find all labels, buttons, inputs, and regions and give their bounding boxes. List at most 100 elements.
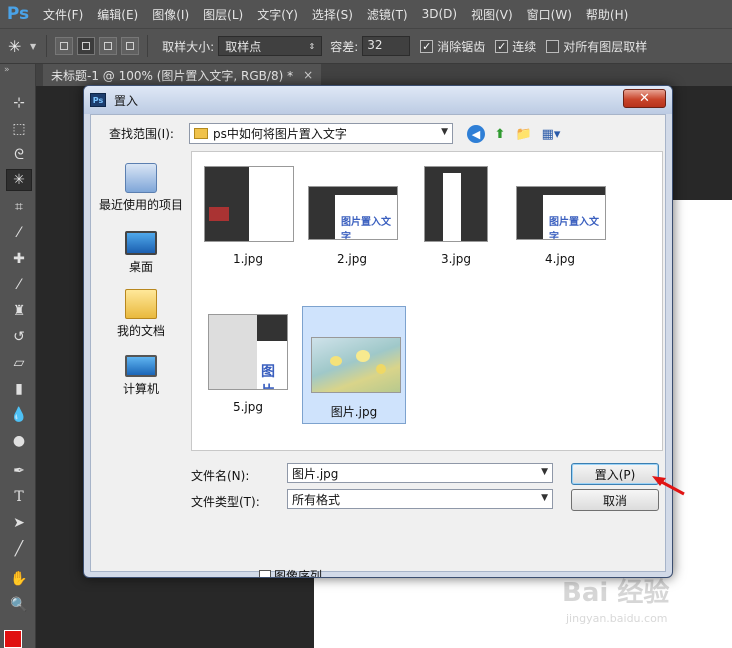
preset-dropdown-arrow-icon[interactable]: ▼ (30, 42, 36, 51)
cancel-button[interactable]: 取消 (571, 489, 659, 511)
crop-tool-icon[interactable]: ⌗ (6, 196, 32, 218)
menu-select[interactable]: 选择(S) (305, 6, 360, 23)
intersect-selection-button[interactable] (121, 37, 140, 55)
menu-help[interactable]: 帮助(H) (579, 6, 635, 23)
type-tool-icon[interactable]: T (6, 486, 32, 508)
file-item[interactable]: 图片置入文字 2.jpg (300, 156, 404, 274)
menu-type[interactable]: 文字(Y) (250, 6, 305, 23)
image-sequence-option[interactable]: 图像序列 (259, 567, 323, 578)
hand-tool-icon[interactable]: ✋ (6, 568, 32, 590)
zoom-tool-icon[interactable]: 🔍 (6, 594, 32, 616)
magic-wand-tool-icon[interactable]: ✳ (6, 169, 32, 191)
file-list[interactable]: 1.jpg 图片置入文字 2.jpg 3.jpg 图片置入文字 4.jpg 图 … (191, 151, 663, 451)
file-name-label: 文件名(N): (191, 469, 250, 483)
baidu-watermark-url: jingyan.baidu.com (566, 612, 668, 625)
options-separator (46, 35, 48, 57)
brush-tool-icon[interactable]: ⁄ (6, 274, 32, 296)
file-item[interactable]: 图片置入文字 4.jpg (508, 156, 612, 274)
add-selection-icon (82, 42, 91, 50)
move-tool-icon[interactable]: ⊹ (6, 92, 32, 114)
lasso-tool-icon[interactable]: ᘓ (6, 144, 32, 166)
marquee-tool-icon[interactable]: ⬚ (6, 118, 32, 140)
place-button[interactable]: 置入(P) (571, 463, 659, 485)
menu-file[interactable]: 文件(F) (36, 6, 90, 23)
file-item[interactable]: 1.jpg (196, 156, 300, 274)
file-thumbnail (311, 337, 401, 393)
dodge-tool-icon[interactable]: ● (6, 430, 32, 452)
sample-size-label: 取样大小: (162, 39, 215, 54)
eraser-tool-icon[interactable]: ▱ (6, 352, 32, 374)
new-folder-button[interactable]: 📁 (515, 125, 533, 143)
menu-view[interactable]: 视图(V) (464, 6, 520, 23)
look-in-value: ps中如何将图片置入文字 (213, 127, 347, 141)
subtract-selection-button[interactable] (99, 37, 118, 55)
place-desktop[interactable]: 桌面 (95, 231, 187, 275)
file-name-input[interactable]: 图片.jpg ▼ (287, 463, 553, 483)
color-swatches[interactable] (4, 620, 32, 648)
all-layers-checkbox[interactable] (546, 39, 560, 53)
file-thumbnail: 图片置入文字 (308, 186, 398, 240)
blur-tool-icon[interactable]: 💧 (6, 404, 32, 426)
history-brush-tool-icon[interactable]: ↺ (6, 326, 32, 348)
folder-icon (194, 128, 208, 139)
line-tool-icon[interactable]: ╱ (6, 538, 32, 560)
magic-wand-preset-icon[interactable]: ✳ (8, 37, 30, 56)
foreground-color-swatch[interactable] (4, 630, 22, 648)
look-in-dropdown[interactable]: ps中如何将图片置入文字 ▼ (189, 123, 453, 144)
path-selection-tool-icon[interactable]: ➤ (6, 512, 32, 534)
select-arrows-icon: ⇕ (308, 41, 316, 51)
pen-tool-icon[interactable]: ✒ (6, 460, 32, 482)
place-label: 我的文档 (116, 324, 165, 338)
file-type-value: 所有格式 (292, 492, 341, 507)
close-icon[interactable]: × (303, 68, 313, 82)
file-item[interactable]: 3.jpg (404, 156, 508, 274)
healing-brush-tool-icon[interactable]: ✚ (6, 248, 32, 270)
add-to-selection-button[interactable] (77, 37, 96, 55)
gradient-tool-icon[interactable]: ▮ (6, 378, 32, 400)
options-bar: ✳ ▼ 取样大小: 取样点 ⇕ 容差: 32 ✓ 消除锯齿 ✓ 连续 对所有图层… (0, 28, 732, 64)
place-dialog: Ps 置入 ✕ 查找范围(I): ps中如何将图片置入文字 ▼ ◀ ⬆ 📁 ▦▾… (83, 85, 673, 578)
chevron-down-icon[interactable]: ▼ (541, 467, 548, 477)
panel-collapse-icon[interactable]: » (0, 64, 35, 76)
place-computer[interactable]: 计算机 (95, 355, 187, 397)
file-item-selected[interactable]: 图片.jpg (302, 306, 406, 424)
menu-filter[interactable]: 滤镜(T) (360, 6, 415, 23)
menu-edit[interactable]: 编辑(E) (90, 6, 145, 23)
back-button[interactable]: ◀ (467, 125, 485, 143)
close-icon: ✕ (639, 91, 650, 106)
photoshop-icon: Ps (90, 93, 106, 107)
thumbnail-text: 图片置入文字 (341, 217, 391, 240)
tolerance-input[interactable]: 32 (362, 36, 411, 56)
thumbnail-text: 图片置入文字 (549, 217, 599, 240)
view-grid-icon: ▦▾ (541, 126, 561, 142)
stamp-tool-icon[interactable]: ♜ (6, 300, 32, 322)
photoshop-logo: Ps (6, 4, 30, 24)
document-tab[interactable]: 未标题-1 @ 100% (图片置入文字, RGB/8) * × (43, 64, 322, 86)
file-name: 3.jpg (440, 252, 472, 266)
menu-image[interactable]: 图像(I) (145, 6, 196, 23)
file-name: 4.jpg (544, 252, 576, 266)
close-button[interactable]: ✕ (623, 89, 666, 108)
up-folder-button[interactable]: ⬆ (491, 125, 509, 143)
menu-layer[interactable]: 图层(L) (196, 6, 250, 23)
sample-size-select[interactable]: 取样点 ⇕ (218, 36, 323, 56)
image-sequence-label: 图像序列 (274, 569, 323, 578)
chevron-down-icon: ▼ (541, 493, 548, 503)
menu-3d[interactable]: 3D(D) (415, 7, 464, 21)
contiguous-checkbox[interactable]: ✓ (495, 39, 509, 53)
contiguous-label: 连续 (512, 39, 537, 54)
file-type-select[interactable]: 所有格式 ▼ (287, 489, 553, 509)
antialias-checkbox[interactable]: ✓ (420, 39, 434, 53)
place-recent[interactable]: 最近使用的项目 (95, 163, 187, 213)
new-selection-button[interactable] (55, 37, 74, 55)
view-menu-button[interactable]: ▦▾ (538, 125, 564, 143)
file-thumbnail (424, 166, 488, 242)
eyedropper-tool-icon[interactable]: ⁄ (6, 222, 32, 244)
file-thumbnail: 图片置入文字 (516, 186, 606, 240)
menu-window[interactable]: 窗口(W) (520, 6, 579, 23)
place-documents[interactable]: 我的文档 (95, 289, 187, 339)
document-tab-bar: 未标题-1 @ 100% (图片置入文字, RGB/8) * × (36, 64, 732, 86)
dialog-titlebar[interactable]: Ps 置入 ✕ (84, 86, 672, 114)
image-sequence-checkbox[interactable] (259, 569, 271, 577)
file-item[interactable]: 图片 5.jpg (196, 304, 300, 422)
